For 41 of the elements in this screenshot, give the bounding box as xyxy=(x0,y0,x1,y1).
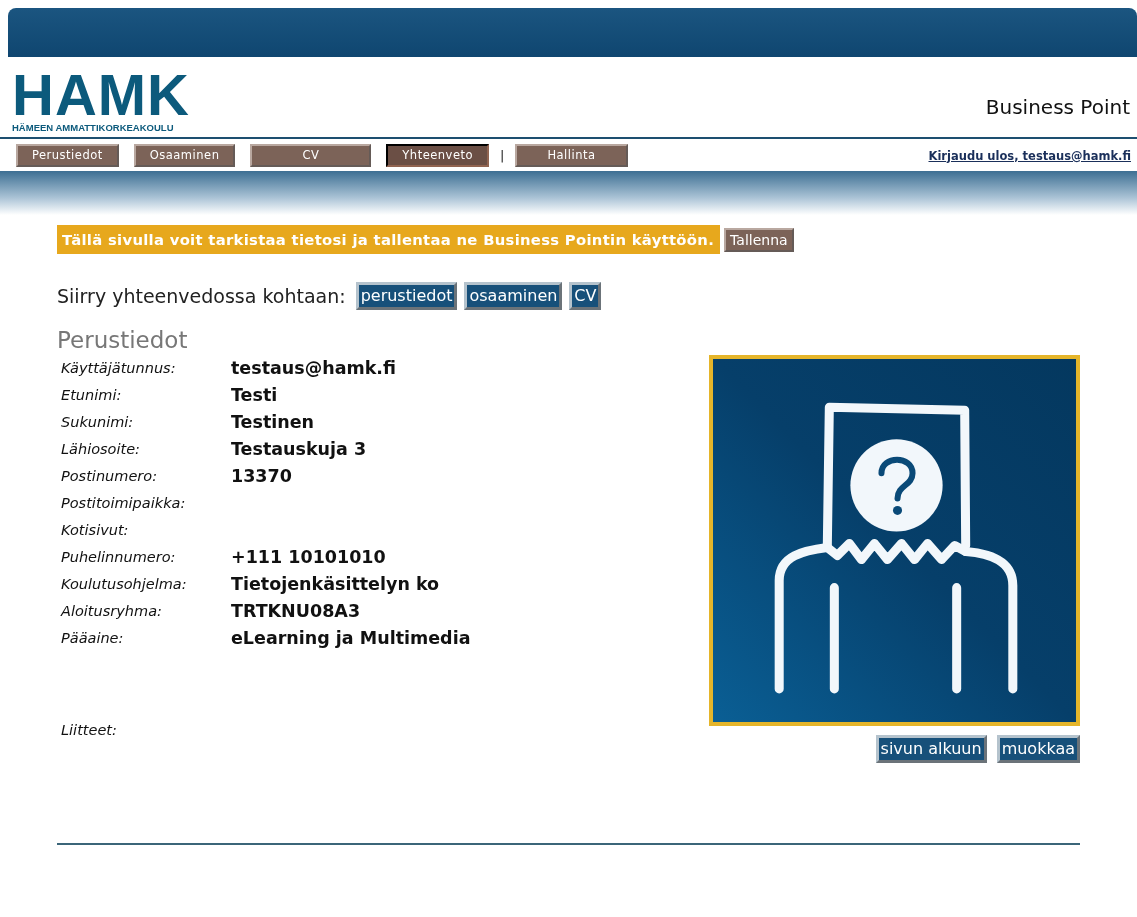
field-value: testaus@hamk.fi xyxy=(231,357,397,379)
field-value: Testi xyxy=(231,384,279,406)
logo-wordmark: HAMK xyxy=(12,71,190,119)
nav-tab[interactable]: Hallinta xyxy=(515,144,628,167)
field-label: Postinumero: xyxy=(61,467,159,486)
field-label: Koulutusohjelma: xyxy=(61,575,188,594)
jump-button[interactable]: osaaminen xyxy=(464,282,563,310)
section-title: Perustiedot xyxy=(57,327,189,353)
nav-tab[interactable]: Perustiedot xyxy=(16,144,119,167)
field-label: Etunimi: xyxy=(61,386,123,405)
field-label: Lähiosoite: xyxy=(61,440,141,459)
logo-subtitle: HÄMEEN AMMATTIKORKEAKOULU xyxy=(12,122,175,133)
action-button[interactable]: muokkaa xyxy=(996,735,1080,763)
field-value: 13370 xyxy=(231,465,293,487)
nav-separator: | xyxy=(500,148,505,163)
site-title: Business Point xyxy=(985,95,1130,119)
notice-banner: Tällä sivulla voit tarkistaa tietosi ja tallentaa ne Business Pointin käyttöön. xyxy=(57,225,721,254)
action-button[interactable]: sivun alkuun xyxy=(875,735,987,763)
field-value: +111 10101010 xyxy=(231,546,387,568)
avatar-placeholder-icon xyxy=(709,355,1080,726)
field-label: Kotisivut: xyxy=(61,521,130,540)
save-button[interactable]: Tallenna xyxy=(724,227,794,252)
field-value: Testinen xyxy=(231,411,316,433)
field-label: Pääaine: xyxy=(61,629,125,648)
field-value: TRTKNU08A3 xyxy=(231,600,362,622)
field-value: Testauskuja 3 xyxy=(231,438,368,460)
jump-label: Siirry yhteenvedossa kohtaan: xyxy=(57,285,346,307)
jump-button[interactable]: CV xyxy=(569,282,602,310)
field-label: Puhelinnumero: xyxy=(61,548,177,567)
field-label: Aloitusryhma: xyxy=(61,602,163,621)
field-label: Postitoimipaikka: xyxy=(61,494,187,513)
field-label: Käyttäjätunnus: xyxy=(61,359,177,378)
nav-tab[interactable]: CV xyxy=(250,144,372,167)
nav-tab[interactable]: Yhteenveto xyxy=(386,144,489,167)
nav-tab[interactable]: Osaaminen xyxy=(133,144,236,167)
attachments-label: Liitteet: xyxy=(61,721,118,740)
field-value: Tietojenkäsittelyn ko xyxy=(231,573,441,595)
field-value: eLearning ja Multimedia xyxy=(231,627,471,649)
jump-button[interactable]: perustiedot xyxy=(355,282,458,310)
logout-link[interactable]: Kirjaudu ulos, testaus@hamk.fi xyxy=(928,148,1131,163)
field-label: Sukunimi: xyxy=(61,413,135,432)
